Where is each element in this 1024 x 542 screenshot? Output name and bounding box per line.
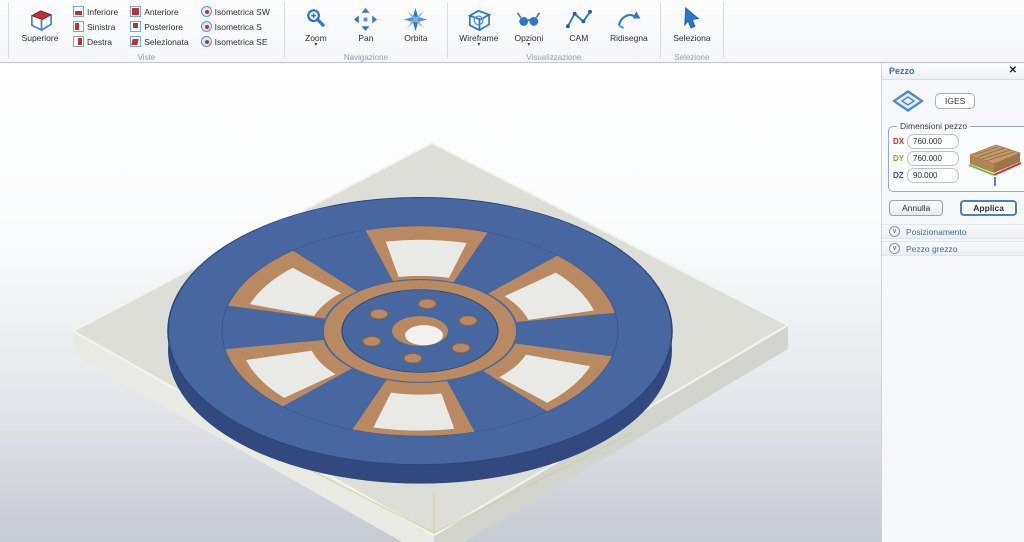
front-view-icon bbox=[130, 6, 141, 17]
dropdown-arrow-icon: ▾ bbox=[314, 43, 317, 48]
ridisegna-button[interactable]: Ridisegna bbox=[604, 4, 654, 52]
dz-input[interactable]: 90.000 bbox=[907, 168, 959, 183]
view-isometrica-s-button[interactable]: Isometrica S bbox=[197, 19, 274, 34]
button-label: Superiore bbox=[22, 33, 59, 43]
top-view-cube-icon bbox=[27, 7, 54, 32]
dimensions-legend: Dimensioni pezzo bbox=[897, 121, 970, 131]
isometric-s-icon bbox=[201, 21, 212, 32]
panel-buttons-row: Annulla Applica bbox=[889, 200, 1017, 216]
dz-row: DZ 90.000 bbox=[893, 168, 959, 183]
dy-label: DY bbox=[893, 154, 907, 163]
toolpath-icon bbox=[565, 7, 592, 32]
chevron-down-icon: ∨ bbox=[889, 226, 900, 237]
redraw-arrow-icon bbox=[615, 7, 642, 32]
applica-button[interactable]: Applica bbox=[960, 200, 1017, 216]
view-selezionata-button[interactable]: Selezionata bbox=[126, 34, 192, 49]
wireframe-button[interactable]: Wireframe ▾ bbox=[454, 4, 504, 52]
pezzo-panel: Pezzo ✕ IGES Dimensioni pezzo DX 760.000 bbox=[881, 63, 1024, 542]
right-view-icon bbox=[73, 36, 84, 47]
cursor-arrow-icon bbox=[678, 7, 705, 32]
3d-scene bbox=[0, 63, 881, 542]
zoom-button[interactable]: Zoom ▾ bbox=[291, 4, 341, 52]
section-posizionamento[interactable]: ∨ Posizionamento bbox=[882, 224, 1024, 239]
dx-label: DX bbox=[893, 137, 907, 146]
view-isometrica-se-button[interactable]: Isometrica SE bbox=[197, 34, 274, 49]
zoom-magnifier-icon bbox=[302, 7, 329, 32]
dropdown-arrow-icon: ▾ bbox=[527, 43, 530, 48]
pezzo-panel-header: Pezzo ✕ bbox=[882, 63, 1024, 80]
ribbon-group-selezione: Seleziona Selezione bbox=[661, 0, 723, 62]
eyeglasses-icon bbox=[515, 7, 542, 32]
ribbon-toolbar: Superiore Inferiore Sinistra Destra bbox=[0, 0, 1024, 63]
dz-label: DZ bbox=[893, 171, 907, 180]
left-view-icon bbox=[73, 21, 84, 32]
section-pezzo-grezzo[interactable]: ∨ Pezzo grezzo bbox=[882, 241, 1024, 256]
isometric-se-icon bbox=[201, 36, 212, 47]
panel-body: IGES Dimensioni pezzo DX 760.000 DY 760.… bbox=[882, 80, 1024, 542]
dx-row: DX 760.000 bbox=[893, 134, 959, 149]
ribbon-group-visualizzazione: Wireframe ▾ Opzioni ▾ bbox=[448, 0, 660, 62]
view-posteriore-button[interactable]: Posteriore bbox=[126, 19, 192, 34]
view-anteriore-button[interactable]: Anteriore bbox=[126, 4, 192, 19]
cam-button[interactable]: CAM bbox=[554, 4, 604, 52]
orbit-star-icon bbox=[402, 7, 429, 32]
back-view-icon bbox=[130, 21, 141, 32]
isometric-sw-icon bbox=[201, 6, 212, 17]
opzioni-button[interactable]: Opzioni ▾ bbox=[504, 4, 554, 52]
pan-arrows-icon bbox=[352, 7, 379, 32]
annulla-button[interactable]: Annulla bbox=[889, 200, 943, 216]
file-format-row: IGES bbox=[890, 88, 1018, 114]
close-panel-button[interactable]: ✕ bbox=[1007, 65, 1019, 77]
view-isometrica-sw-button[interactable]: Isometrica SW bbox=[197, 4, 274, 19]
view-inferiore-button[interactable]: Inferiore bbox=[69, 4, 122, 19]
view-superiore-button[interactable]: Superiore bbox=[15, 4, 65, 52]
wireframe-cube-icon bbox=[465, 7, 492, 32]
selected-view-icon bbox=[130, 36, 141, 47]
dy-row: DY 760.000 bbox=[893, 151, 959, 166]
view-sinistra-button[interactable]: Sinistra bbox=[69, 19, 122, 34]
group-separator bbox=[723, 3, 724, 58]
pan-button[interactable]: Pan bbox=[341, 4, 391, 52]
ribbon-group-viste: Superiore Inferiore Sinistra Destra bbox=[9, 0, 284, 62]
stock-preview-thumbnail bbox=[962, 137, 1024, 187]
view-destra-button[interactable]: Destra bbox=[69, 34, 122, 49]
orbita-button[interactable]: Orbita bbox=[391, 4, 441, 52]
chevron-down-icon: ∨ bbox=[889, 243, 900, 254]
bottom-view-icon bbox=[73, 6, 84, 17]
ribbon-group-navigazione: Zoom ▾ Pan Or bbox=[285, 0, 447, 62]
workpiece-plane-icon bbox=[890, 88, 926, 114]
3d-viewport[interactable] bbox=[0, 63, 881, 542]
seleziona-button[interactable]: Seleziona bbox=[667, 4, 717, 52]
dx-input[interactable]: 760.000 bbox=[907, 134, 959, 149]
dy-input[interactable]: 760.000 bbox=[907, 151, 959, 166]
view-buttons-grid: Inferiore Sinistra Destra Anteriore bbox=[69, 4, 278, 49]
machined-part[interactable] bbox=[168, 197, 672, 483]
dimensions-groupbox: Dimensioni pezzo DX 760.000 DY 760.000 D… bbox=[888, 121, 1024, 192]
file-format-label: IGES bbox=[935, 93, 975, 109]
panel-title: Pezzo bbox=[889, 66, 915, 76]
dropdown-arrow-icon: ▾ bbox=[477, 43, 480, 48]
